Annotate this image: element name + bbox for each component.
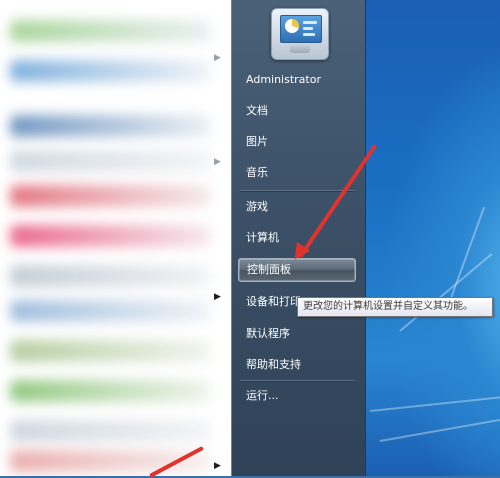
wallpaper-streak [369,395,500,412]
menu-item-run[interactable]: 运行... [238,384,356,408]
blurred-program-entry[interactable] [10,265,210,287]
desktop-background [360,0,500,476]
blurred-program-entry[interactable] [10,300,210,322]
menu-item-help-support[interactable]: 帮助和支持 [238,353,356,377]
menu-item-pictures[interactable]: 图片 [238,130,356,154]
pie-chart-icon [285,19,299,33]
bar-icon [303,21,317,24]
blurred-program-entry[interactable] [10,115,210,137]
blurred-program-entry[interactable] [10,340,210,362]
blurred-program-entry[interactable] [10,150,210,172]
blurred-program-entry[interactable] [10,185,210,207]
user-picture[interactable] [271,8,329,60]
blurred-program-entry[interactable] [10,225,210,247]
menu-item-default-programs[interactable]: 默认程序 [238,322,356,346]
menu-item-documents[interactable]: 文档 [238,99,356,123]
blurred-program-entry[interactable] [10,420,210,442]
program-list-pane: ▶ ▶ ▶ ▶ [0,0,232,476]
bar-icon [303,27,313,30]
blurred-program-entry[interactable] [10,380,210,402]
menu-item-music[interactable]: 音乐 [238,161,356,185]
menu-separator [240,380,355,382]
wallpaper-streak [379,415,500,442]
chevron-right-icon[interactable]: ▶ [214,292,221,302]
menu-separator [240,190,355,192]
blurred-program-entry[interactable] [10,20,210,42]
start-menu-right-column: Administrator 文档 图片 音乐 游戏 计算机 控制面板 设备和打印… [231,0,366,476]
control-panel-picture-icon [280,15,322,43]
monitor-stand-icon [290,43,310,53]
chevron-right-icon[interactable]: ▶ [214,53,221,63]
blurred-program-entry[interactable] [10,60,210,82]
wallpaper-streak [399,253,493,332]
wallpaper-streak [449,206,486,302]
chevron-right-icon[interactable]: ▶ [214,157,221,167]
control-panel-tooltip: 更改您的计算机设置并自定义其功能。 [297,297,493,317]
menu-item-administrator[interactable]: Administrator [238,68,356,92]
bar-icon [303,33,315,36]
chevron-right-icon[interactable]: ▶ [214,461,221,471]
